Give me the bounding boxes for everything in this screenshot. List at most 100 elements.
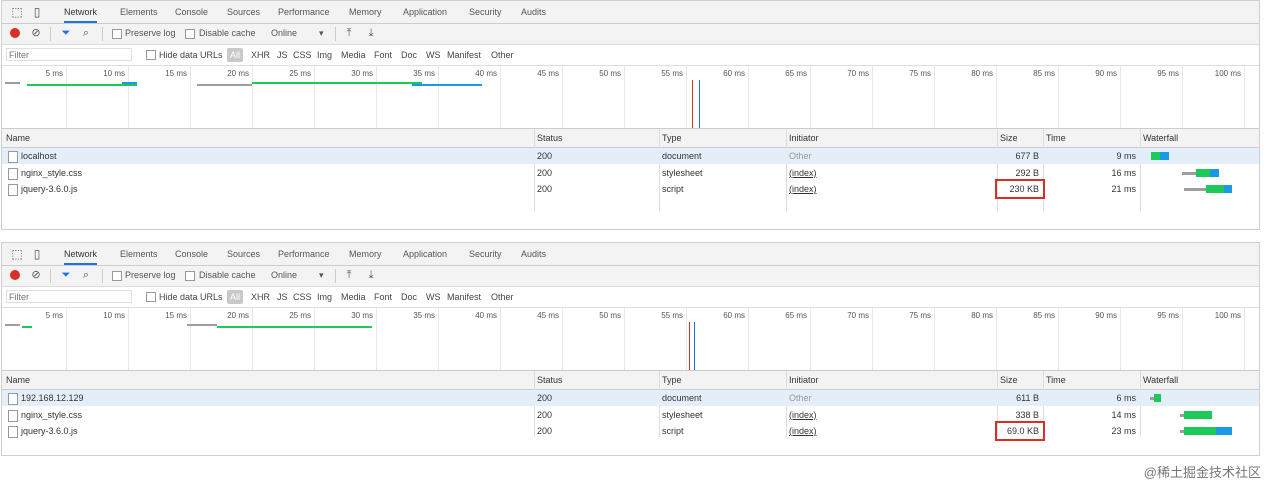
request-initiator[interactable]: (index) — [789, 423, 817, 439]
tab-console[interactable]: Console — [175, 1, 208, 23]
request-name[interactable]: jquery-3.6.0.js — [21, 423, 78, 439]
request-name[interactable]: nginx_style.css — [21, 407, 82, 423]
filter-icon[interactable]: ⏷ — [60, 269, 72, 281]
tab-application[interactable]: Application — [403, 243, 447, 265]
request-row[interactable]: localhost 200 document Other 677 B 9 ms — [2, 148, 1259, 164]
request-initiator[interactable]: (index) — [789, 181, 817, 197]
filter-type-font[interactable]: Font — [374, 48, 392, 62]
tab-audits[interactable]: Audits — [521, 1, 546, 23]
tab-security[interactable]: Security — [469, 243, 502, 265]
tab-console[interactable]: Console — [175, 243, 208, 265]
filter-type-other[interactable]: Other — [491, 48, 514, 62]
inspect-element-icon[interactable]: ⬚ — [10, 247, 24, 261]
tab-memory[interactable]: Memory — [349, 1, 382, 23]
tab-sources[interactable]: Sources — [227, 243, 260, 265]
export-har-icon[interactable]: ⤓ — [365, 269, 377, 281]
search-icon[interactable]: ⌕ — [80, 269, 92, 281]
filter-type-manifest[interactable]: Manifest — [447, 290, 481, 304]
column-header-name[interactable]: Name — [6, 371, 30, 389]
search-icon[interactable]: ⌕ — [80, 27, 92, 39]
tab-security[interactable]: Security — [469, 1, 502, 23]
timeline-overview[interactable]: 5 ms 10 ms 15 ms 20 ms 25 ms 30 ms 35 ms 40 ms 4… — [2, 308, 1259, 371]
filter-type-other[interactable]: Other — [491, 290, 514, 304]
record-button[interactable] — [10, 28, 20, 38]
filter-type-ws[interactable]: WS — [426, 48, 441, 62]
filter-input[interactable] — [6, 290, 132, 303]
tab-performance[interactable]: Performance — [278, 1, 330, 23]
tab-application[interactable]: Application — [403, 1, 447, 23]
export-har-icon[interactable]: ⤓ — [365, 27, 377, 39]
inspect-element-icon[interactable]: ⬚ — [10, 5, 24, 19]
column-header-initiator[interactable]: Initiator — [789, 371, 819, 389]
filter-input[interactable] — [6, 48, 132, 61]
filter-type-doc[interactable]: Doc — [401, 48, 417, 62]
column-header-waterfall[interactable]: Waterfall — [1143, 129, 1178, 147]
filter-type-all[interactable]: All — [227, 48, 244, 62]
column-header-name[interactable]: Name — [6, 129, 30, 147]
request-row[interactable]: nginx_style.css 200 stylesheet (index) 292 B… — [2, 165, 1259, 181]
import-har-icon[interactable]: ⤒ — [343, 269, 355, 281]
tab-network[interactable]: Network — [64, 1, 98, 23]
filter-type-font[interactable]: Font — [374, 290, 392, 304]
column-header-time[interactable]: Time — [1046, 371, 1066, 389]
record-button[interactable] — [10, 270, 20, 280]
request-initiator[interactable]: (index) — [789, 407, 817, 423]
device-toolbar-icon[interactable]: ▯ — [30, 5, 44, 19]
tab-audits[interactable]: Audits — [521, 243, 546, 265]
filter-type-css[interactable]: CSS — [293, 48, 312, 62]
clear-icon[interactable]: ⊘ — [30, 27, 42, 39]
hide-data-urls-checkbox[interactable] — [146, 50, 156, 60]
request-row[interactable]: nginx_style.css 200 stylesheet (index) 338 B… — [2, 407, 1259, 423]
request-row[interactable]: jquery-3.6.0.js 200 script (index) 69.0 KB 23… — [2, 421, 1259, 441]
filter-type-img[interactable]: Img — [317, 290, 332, 304]
filter-type-css[interactable]: CSS — [293, 290, 312, 304]
column-header-type[interactable]: Type — [662, 129, 682, 147]
device-toolbar-icon[interactable]: ▯ — [30, 247, 44, 261]
request-name[interactable]: jquery-3.6.0.js — [21, 181, 78, 197]
timeline-overview[interactable]: 5 ms 10 ms 15 ms 20 ms 25 ms 30 ms 35 ms 40 ms 4… — [2, 66, 1259, 129]
request-row[interactable]: 192.168.12.129 200 document Other 611 B 6 ms — [2, 390, 1259, 406]
preserve-log-checkbox[interactable] — [112, 271, 122, 281]
hide-data-urls-checkbox[interactable] — [146, 292, 156, 302]
column-header-size[interactable]: Size — [1000, 371, 1018, 389]
request-name[interactable]: nginx_style.css — [21, 165, 82, 181]
request-name[interactable]: 192.168.12.129 — [21, 390, 84, 406]
column-header-initiator[interactable]: Initiator — [789, 129, 819, 147]
filter-type-doc[interactable]: Doc — [401, 290, 417, 304]
disable-cache-checkbox[interactable] — [185, 29, 195, 39]
clear-icon[interactable]: ⊘ — [30, 269, 42, 281]
filter-type-media[interactable]: Media — [341, 290, 366, 304]
throttling-select[interactable]: Online — [271, 27, 297, 40]
disable-cache-checkbox[interactable] — [185, 271, 195, 281]
filter-type-media[interactable]: Media — [341, 48, 366, 62]
filter-type-ws[interactable]: WS — [426, 290, 441, 304]
throttling-select[interactable]: Online — [271, 269, 297, 282]
filter-type-manifest[interactable]: Manifest — [447, 48, 481, 62]
filter-type-all[interactable]: All — [227, 290, 244, 304]
chevron-down-icon[interactable]: ▾ — [319, 269, 324, 282]
column-header-status[interactable]: Status — [537, 129, 563, 147]
filter-type-js[interactable]: JS — [277, 48, 288, 62]
filter-type-xhr[interactable]: XHR — [251, 48, 270, 62]
column-header-waterfall[interactable]: Waterfall — [1143, 371, 1178, 389]
tab-elements[interactable]: Elements — [120, 1, 158, 23]
tab-memory[interactable]: Memory — [349, 243, 382, 265]
tab-elements[interactable]: Elements — [120, 243, 158, 265]
chevron-down-icon[interactable]: ▾ — [319, 27, 324, 40]
request-row[interactable]: jquery-3.6.0.js 200 script (index) 230 KB 21 … — [2, 179, 1259, 199]
column-header-time[interactable]: Time — [1046, 129, 1066, 147]
filter-type-js[interactable]: JS — [277, 290, 288, 304]
preserve-log-checkbox[interactable] — [112, 29, 122, 39]
tab-performance[interactable]: Performance — [278, 243, 330, 265]
import-har-icon[interactable]: ⤒ — [343, 27, 355, 39]
tab-sources[interactable]: Sources — [227, 1, 260, 23]
tab-network[interactable]: Network — [64, 243, 98, 265]
column-header-status[interactable]: Status — [537, 371, 563, 389]
filter-type-xhr[interactable]: XHR — [251, 290, 270, 304]
request-initiator[interactable]: (index) — [789, 165, 817, 181]
column-header-type[interactable]: Type — [662, 371, 682, 389]
filter-type-img[interactable]: Img — [317, 48, 332, 62]
column-header-size[interactable]: Size — [1000, 129, 1018, 147]
request-name[interactable]: localhost — [21, 148, 57, 164]
filter-icon[interactable]: ⏷ — [60, 27, 72, 39]
